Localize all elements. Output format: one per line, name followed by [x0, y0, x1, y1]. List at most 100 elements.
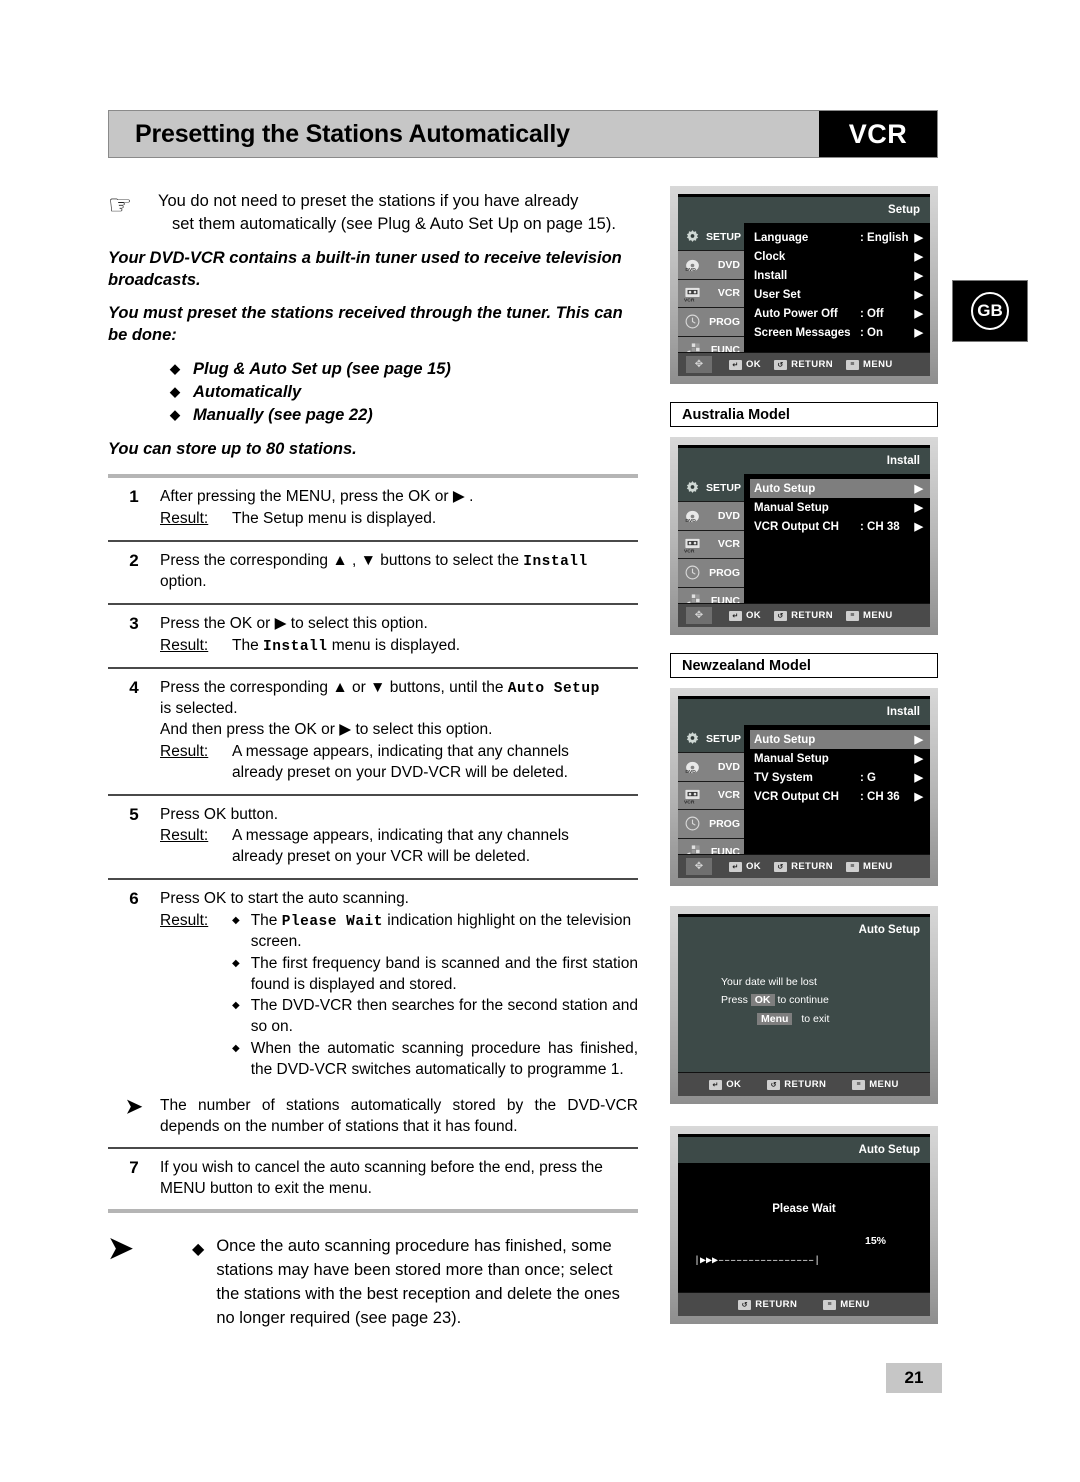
sidebar-item-vcr[interactable]: VCR VCR [678, 279, 744, 309]
bullet-text: The first frequency band is scanned and … [250, 954, 638, 993]
menu-button[interactable]: ≡ MENU [846, 610, 893, 621]
menu-button[interactable]: ≡ MENU [846, 861, 893, 872]
svg-text:DVD: DVD [685, 267, 696, 273]
menu-key-chip[interactable]: Menu [757, 1012, 793, 1025]
ok-button[interactable]: ↵ OK [729, 359, 761, 370]
menu-row-value: : CH 36 [860, 790, 900, 803]
ok-button[interactable]: ↵ OK [729, 610, 761, 621]
step-number: 1 [129, 487, 139, 507]
osd-footer: ↵ OK ↺ RETURN ≡ MENU [678, 1072, 930, 1096]
please-wait-label: Please Wait [772, 1203, 836, 1215]
osd-footer: ✥ ↵ OK ↺ RETURN ≡ MENU [678, 352, 930, 376]
step-extra-line: And then press the OK or ▶ to select thi… [160, 721, 493, 739]
step-result: Result: The Install menu is displayed. [160, 636, 638, 657]
arrow-note-text: The number of stations automatically sto… [160, 1097, 638, 1136]
ok-key-chip[interactable]: OK [750, 994, 775, 1007]
return-key-icon: ↺ [767, 1079, 781, 1090]
step-body: Press OK to start the auto scanning. Res… [160, 889, 638, 1082]
menu-button[interactable]: ≡ MENU [823, 1299, 870, 1310]
menu-row[interactable]: Screen Messages: On ▶ [750, 323, 930, 342]
osd-screenshot-autosetup-confirm: Auto Setup Your date will be lost Press … [670, 906, 938, 1104]
arrow-note-icon: ➤ [125, 1096, 143, 1119]
step-result: Result: A message appears, indicating th… [160, 826, 638, 868]
menu-row-name: Manual Setup [754, 752, 829, 765]
sidebar-item-prog[interactable]: PROG [678, 810, 744, 839]
intro-note-line1: You do not need to preset the stations i… [158, 192, 579, 210]
result-text: The Install menu is displayed. [232, 636, 638, 657]
sidebar-item-dvd[interactable]: DVD DVD [678, 753, 744, 782]
menu-row[interactable]: Install ▶ [750, 266, 930, 285]
step-number: 5 [129, 804, 139, 824]
osd-title: Auto Setup [678, 917, 930, 943]
osd-screenshot-install-newzealand: Install SETUP DVD DVD VCR VCR PROG FUNC … [670, 688, 938, 886]
sidebar-item-setup[interactable]: SETUP [678, 223, 744, 252]
step-row: 4 Press the corresponding ▲ or ▼ buttons… [108, 669, 638, 793]
disc-icon: DVD [685, 510, 699, 524]
step-row: 6 Press OK to start the auto scanning. R… [108, 880, 638, 1092]
menu-row[interactable]: Manual Setup ▶ [750, 749, 930, 768]
menu-row[interactable]: Manual Setup ▶ [750, 498, 930, 517]
sidebar-item-prog[interactable]: PROG [678, 308, 744, 337]
menu-row-name: TV System [754, 771, 813, 784]
cassette-icon: VCR [684, 538, 700, 553]
result-label: Result: [160, 827, 209, 845]
sidebar-item-dvd[interactable]: DVD DVD [678, 251, 744, 280]
result-line: already preset on your VCR will be delet… [232, 848, 531, 866]
return-button[interactable]: ↺ RETURN [767, 1079, 826, 1090]
dialog-line-2-post: to continue [777, 994, 829, 1007]
result-line: A message appears, indicating that any c… [232, 827, 569, 845]
menu-button[interactable]: ≡ MENU [846, 359, 893, 370]
step-mono-token: Auto Setup [507, 681, 600, 698]
result-text: A message appears, indicating that any c… [232, 742, 638, 784]
chevron-right-icon: ▶ [914, 521, 923, 533]
chevron-right-icon: ▶ [914, 483, 923, 495]
caption-australia-model: Australia Model [670, 402, 938, 427]
menu-row[interactable]: VCR Output CH: CH 36 ▶ [750, 787, 930, 806]
return-button[interactable]: ↺ RETURN [774, 861, 833, 872]
sidebar-item-setup[interactable]: SETUP [678, 725, 744, 754]
menu-row[interactable]: TV System: G ▶ [750, 768, 930, 787]
menu-row-name: Manual Setup [754, 501, 829, 514]
return-button[interactable]: ↺ RETURN [738, 1299, 797, 1310]
sidebar-item-vcr[interactable]: VCR VCR [678, 781, 744, 811]
diamond-bullet-icon: ◆ [170, 407, 180, 423]
sidebar-item-vcr[interactable]: VCR VCR [678, 530, 744, 560]
result-label: Result: [160, 636, 209, 654]
menu-button[interactable]: ≡ MENU [852, 1079, 899, 1090]
progress-bar: |▶▶▶––––––––––––––––| [694, 1255, 821, 1267]
menu-row[interactable]: User Set ▶ [750, 285, 930, 304]
sidebar-item-setup[interactable]: SETUP [678, 474, 744, 503]
menu-row-value: : CH 38 [860, 520, 900, 533]
gear-icon [686, 230, 699, 243]
menu-row-selected[interactable]: Auto Setup ▶ [750, 479, 930, 498]
sidebar-item-label: VCR [717, 789, 740, 802]
menu-row-selected[interactable]: Auto Setup ▶ [750, 730, 930, 749]
page-header: Presetting the Stations Automatically VC… [108, 110, 938, 158]
menu-row[interactable]: VCR Output CH: CH 38 ▶ [750, 517, 930, 536]
return-label: RETURN [784, 1079, 827, 1090]
step-result: Result: The Setup menu is displayed. [160, 509, 638, 530]
step-body: Press the OK or ▶ to select this option.… [160, 614, 638, 657]
chevron-right-icon: ▶ [914, 327, 923, 339]
list-item: ◆ The Please Wait indication highlight o… [232, 911, 638, 953]
menu-row[interactable]: Clock ▶ [750, 247, 930, 266]
step-text: Press OK button. [160, 805, 279, 823]
ok-button[interactable]: ↵ OK [709, 1079, 741, 1090]
sidebar-item-prog[interactable]: PROG [678, 559, 744, 588]
bullet-mono-token: Please Wait [281, 913, 383, 930]
ok-key-icon: ↵ [729, 861, 742, 872]
step-row: 3 Press the OK or ▶ to select this optio… [108, 605, 638, 667]
menu-row[interactable]: Auto Power Off: Off ▶ [750, 304, 930, 323]
osd-menu-list: Auto Setup ▶ Manual Setup ▶ VCR Output CH:… [744, 474, 930, 603]
menu-row[interactable]: Language: English ▶ [750, 228, 930, 247]
osd-screen: Install SETUP DVD DVD VCR VCR PROG FUNC … [678, 445, 930, 627]
return-button[interactable]: ↺ RETURN [774, 359, 833, 370]
page-title: Presetting the Stations Automatically [135, 119, 570, 148]
ok-button[interactable]: ↵ OK [729, 861, 761, 872]
clock-icon [685, 816, 700, 831]
return-button[interactable]: ↺ RETURN [774, 610, 833, 621]
sidebar-item-dvd[interactable]: DVD DVD [678, 502, 744, 531]
osd-screenshot-autosetup-progress: Auto Setup Please Wait 15% |▶▶▶–––––––––… [670, 1126, 938, 1324]
chevron-right-icon: ▶ [914, 502, 923, 514]
intro-note: ☞ You do not need to preset the stations… [108, 190, 638, 236]
